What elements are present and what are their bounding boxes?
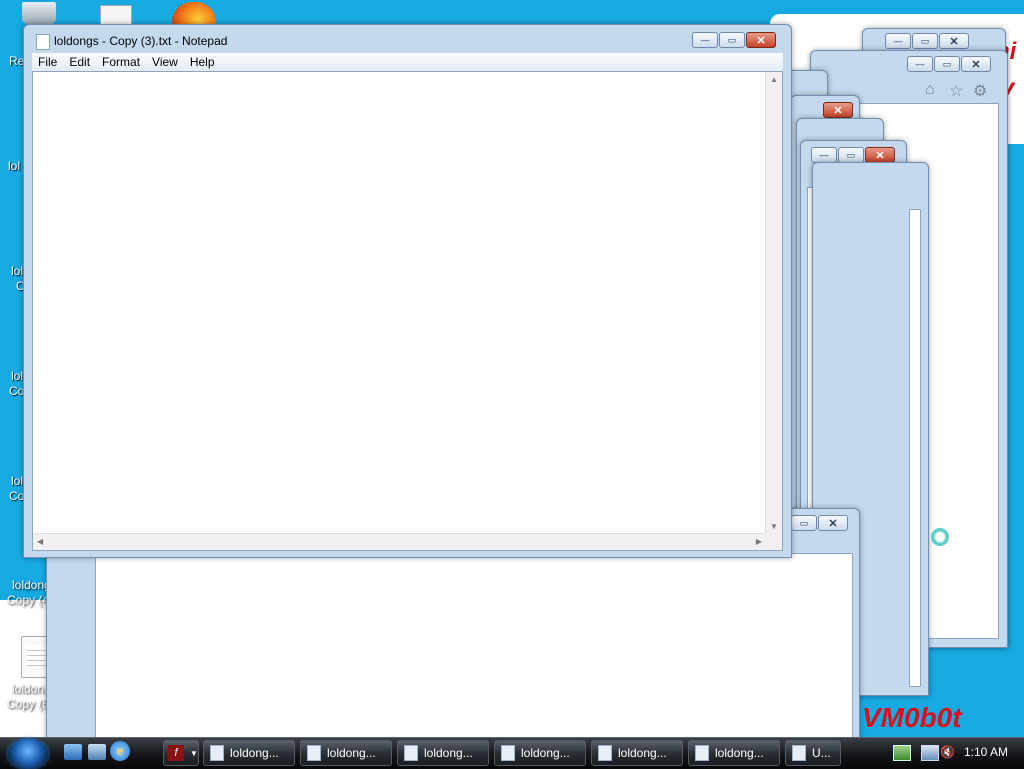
wallpaper-bottom-text: VM0b0t xyxy=(862,702,962,733)
notepad-icon xyxy=(695,745,709,761)
show-desktop-icon[interactable] xyxy=(64,744,82,760)
taskbar-item-label: loldong... xyxy=(618,746,667,760)
window-controls: — ▭ ✕ xyxy=(885,33,969,49)
internet-explorer-icon[interactable]: e xyxy=(110,741,130,761)
taskbar-item[interactable]: loldong... xyxy=(494,740,586,766)
notepad-icon xyxy=(792,745,806,761)
menu-edit[interactable]: Edit xyxy=(63,53,96,71)
window-controls: ▭ ✕ xyxy=(791,515,848,531)
menu-bar: File Edit Format View Help xyxy=(32,53,783,71)
taskbar-item[interactable]: loldong... xyxy=(300,740,392,766)
scroll-down-icon[interactable]: ▼ xyxy=(770,522,778,531)
window-controls: — ▭ ✕ xyxy=(907,56,991,72)
minimize-button[interactable]: — xyxy=(811,147,837,163)
notepad-icon xyxy=(307,745,321,761)
notepad-icon xyxy=(404,745,418,761)
maximize-button[interactable]: ▭ xyxy=(791,515,817,531)
close-button[interactable]: ✕ xyxy=(939,33,969,49)
network-icon[interactable] xyxy=(921,745,939,761)
close-button[interactable]: ✕ xyxy=(961,56,991,72)
window-content xyxy=(909,209,921,687)
recycle-bin-icon[interactable] xyxy=(22,2,56,24)
notepad-icon xyxy=(36,34,50,50)
taskbar-item[interactable]: U... xyxy=(785,740,841,766)
maximize-button[interactable]: ▭ xyxy=(912,33,938,49)
close-button[interactable]: ✕ xyxy=(746,32,776,48)
loading-spinner-icon xyxy=(931,528,949,546)
taskbar-item-label: loldong... xyxy=(327,746,376,760)
edge-label: lol xyxy=(11,369,24,383)
menu-file[interactable]: File xyxy=(32,53,63,71)
resize-grip-icon[interactable] xyxy=(766,534,782,550)
firefox-icon[interactable] xyxy=(172,2,216,24)
flash-icon: f xyxy=(168,745,184,761)
minimize-button[interactable]: — xyxy=(692,32,718,48)
notepad-icon xyxy=(210,745,224,761)
left-edge-labels: Re lol lol C lol Co lol Co xyxy=(0,0,25,600)
close-button[interactable]: ✕ xyxy=(865,147,895,163)
scroll-right-icon[interactable]: ▶ xyxy=(756,537,762,546)
edge-label: lol xyxy=(8,159,21,173)
notepad-titlebar[interactable]: loldongs - Copy (3).txt - Notepad — ▭ ✕ xyxy=(24,25,791,53)
editor-content[interactable] xyxy=(35,74,764,532)
taskbar-item-label: loldong... xyxy=(230,746,279,760)
scroll-up-icon[interactable]: ▲ xyxy=(770,75,778,84)
taskbar-item-label: loldong... xyxy=(424,746,473,760)
taskbar-item-label: loldong... xyxy=(521,746,570,760)
taskbar-item[interactable]: loldong... xyxy=(397,740,489,766)
close-button[interactable]: ✕ xyxy=(818,515,848,531)
taskbar-item-flash[interactable]: f ▼ xyxy=(163,740,199,766)
notepad-icon xyxy=(598,745,612,761)
clock[interactable]: 1:10 AM xyxy=(964,745,1008,759)
star-icon[interactable]: ☆ xyxy=(949,81,963,101)
maximize-button[interactable]: ▭ xyxy=(838,147,864,163)
maximize-button[interactable]: ▭ xyxy=(719,32,745,48)
horizontal-scrollbar[interactable]: ◀ ▶ xyxy=(33,533,766,550)
taskbar-item-label: U... xyxy=(812,746,831,760)
minimize-button[interactable]: — xyxy=(907,56,933,72)
tray-app-icon[interactable] xyxy=(893,745,911,761)
taskbar-item-label: loldong... xyxy=(715,746,764,760)
scroll-left-icon[interactable]: ◀ xyxy=(37,537,43,546)
edge-label: lol xyxy=(11,474,24,488)
gear-icon[interactable]: ⚙ xyxy=(973,81,987,101)
window-controls: — ▭ ✕ xyxy=(811,147,895,163)
taskbar-item[interactable]: loldong... xyxy=(688,740,780,766)
start-button[interactable] xyxy=(8,739,48,769)
maximize-button[interactable]: ▭ xyxy=(934,56,960,72)
window-content xyxy=(95,553,853,755)
menu-help[interactable]: Help xyxy=(184,53,221,71)
notepad-window[interactable]: loldongs - Copy (3).txt - Notepad — ▭ ✕ … xyxy=(23,24,792,558)
chevron-down-icon: ▼ xyxy=(190,748,198,758)
window-controls: ✕ xyxy=(823,102,853,118)
menu-view[interactable]: View xyxy=(146,53,184,71)
home-icon[interactable]: ⌂ xyxy=(925,81,935,99)
taskbar-item[interactable]: loldong... xyxy=(591,740,683,766)
close-button[interactable]: ✕ xyxy=(823,102,853,118)
edge-label: lol xyxy=(11,264,24,278)
taskbar-item[interactable]: loldong... xyxy=(203,740,295,766)
volume-muted-icon[interactable]: 🔇 xyxy=(940,745,956,759)
notepad-icon xyxy=(501,745,515,761)
switch-windows-icon[interactable] xyxy=(88,744,106,760)
text-editor[interactable]: ▲ ▼ ◀ ▶ xyxy=(32,71,783,551)
minimize-button[interactable]: — xyxy=(885,33,911,49)
menu-format[interactable]: Format xyxy=(96,53,146,71)
window-controls: — ▭ ✕ xyxy=(692,32,776,48)
vertical-scrollbar[interactable]: ▲ ▼ xyxy=(765,72,782,534)
window-title: loldongs - Copy (3).txt - Notepad xyxy=(54,34,228,48)
